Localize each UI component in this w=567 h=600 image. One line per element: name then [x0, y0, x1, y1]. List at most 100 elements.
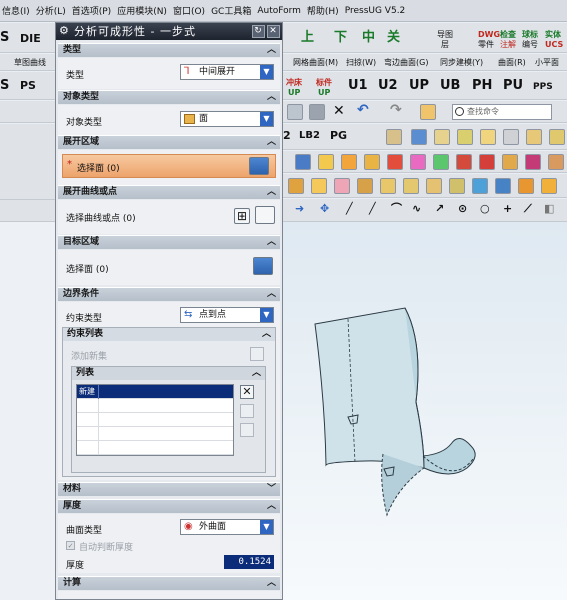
toolbar-mesh-surface[interactable]: 网格曲面(M)	[293, 55, 338, 70]
menu-gc-toolbox[interactable]: GC工具箱	[211, 4, 251, 17]
gear-icon[interactable]: ⚙	[59, 25, 71, 37]
feature-icon-4[interactable]	[364, 154, 380, 170]
toolbar-up[interactable]: 上	[301, 30, 314, 46]
toolbar-layer[interactable]: 层	[441, 37, 449, 52]
table-row[interactable]	[77, 399, 233, 413]
delete-icon[interactable]: ✕	[333, 103, 345, 119]
toolbar-die[interactable]: DIE	[20, 31, 41, 47]
toolbar-ph[interactable]: PH	[472, 78, 492, 94]
view-icon[interactable]	[420, 104, 436, 120]
snap-face-icon[interactable]: ◧	[544, 201, 554, 217]
dialog-title-bar[interactable]: ⚙ 分析可成形性 - 一步式 ↻ ✕	[56, 23, 282, 40]
toolbar-pg[interactable]: PG	[330, 128, 347, 144]
feature-icon-12[interactable]	[548, 154, 564, 170]
feature-icon-5[interactable]	[387, 154, 403, 170]
add-set-icon[interactable]	[250, 347, 264, 361]
feature-icon-2[interactable]	[318, 154, 334, 170]
section-target-header[interactable]: 目标区域 ︿	[58, 235, 280, 249]
copy-icon[interactable]	[287, 104, 303, 120]
menu-window[interactable]: 窗口(O)	[173, 4, 205, 17]
constraint-grid[interactable]: 新建	[76, 384, 234, 456]
surface-icon-1[interactable]	[288, 178, 304, 194]
remove-row-button[interactable]: ✕	[240, 385, 254, 399]
surface-icon-12[interactable]	[541, 178, 557, 194]
snap-move-icon[interactable]: ✥	[320, 201, 329, 217]
toolbar-s[interactable]: S	[0, 30, 9, 46]
surface-icon-5[interactable]	[380, 178, 396, 194]
section-thickness-header[interactable]: 厚度 ︿	[58, 499, 280, 513]
menu-preferences[interactable]: 首选项(P)	[72, 4, 111, 17]
snap-center-icon[interactable]: ⊙	[458, 201, 467, 217]
feature-icon-11[interactable]	[525, 154, 541, 170]
toolbar-middle[interactable]: 中	[362, 30, 375, 46]
snap-end-icon[interactable]: ↗	[435, 201, 444, 217]
menu-autoform[interactable]: AutoForm	[257, 6, 301, 16]
close-icon[interactable]: ✕	[267, 25, 280, 38]
section-objtype-header[interactable]: 对象类型 ︿	[58, 90, 280, 104]
snap-spline-icon[interactable]: ∿	[412, 201, 421, 217]
menu-pressug[interactable]: PressUG V5.2	[345, 6, 406, 16]
list-header[interactable]: 列表 ︿	[72, 367, 265, 380]
table-row[interactable]	[77, 413, 233, 427]
toolbar-flange-surface[interactable]: 弯边曲面(G)	[384, 55, 428, 70]
reset-icon[interactable]: ↻	[252, 25, 265, 38]
surface-icon-9[interactable]	[472, 178, 488, 194]
toolbar-surface[interactable]: 曲面(R)	[498, 55, 526, 70]
toolbar-pps[interactable]: PPS	[533, 79, 553, 95]
table-row[interactable]	[77, 427, 233, 441]
tool-icon-5[interactable]	[503, 129, 519, 145]
toolbar-ps[interactable]: PS	[20, 78, 36, 94]
feature-icon-10[interactable]	[502, 154, 518, 170]
tool-icon-6[interactable]	[526, 129, 542, 145]
feature-icon-7[interactable]	[433, 154, 449, 170]
table-row[interactable]	[77, 441, 233, 455]
menu-help[interactable]: 帮助(H)	[307, 4, 339, 17]
feature-icon-1[interactable]	[295, 154, 311, 170]
thickness-input[interactable]: 0.1524	[224, 555, 274, 569]
tool-icon-3[interactable]	[457, 129, 473, 145]
surface-icon-8[interactable]	[449, 178, 465, 194]
toolbar-2[interactable]: 2	[283, 128, 291, 144]
section-material-header[interactable]: 材料 ﹀	[58, 482, 280, 496]
command-search-input[interactable]: 查找命令	[452, 104, 552, 120]
tool-icon-7[interactable]	[549, 129, 565, 145]
auto-thickness-checkbox[interactable]: ✓	[66, 541, 75, 550]
toolbar-facet[interactable]: 小平面	[535, 55, 559, 70]
surface-icon-11[interactable]	[518, 178, 534, 194]
surface-type-select[interactable]: ◉ 外曲面 ▼	[180, 519, 274, 535]
tool-icon-2[interactable]	[434, 129, 450, 145]
snap-line-icon[interactable]: ╱	[346, 201, 353, 217]
surface-icon-7[interactable]	[426, 178, 442, 194]
snap-arrow-icon[interactable]: ➜	[295, 201, 304, 217]
toolbar-u1[interactable]: U1	[348, 78, 368, 94]
toolbar-lb2[interactable]: LB2	[299, 128, 320, 144]
snap-plane-icon[interactable]: ⟋	[524, 201, 532, 217]
constraint-type-select[interactable]: ⇆ 点到点 ▼	[180, 307, 274, 323]
paste-icon[interactable]	[309, 104, 325, 120]
surface-icon-10[interactable]	[495, 178, 511, 194]
menu-application[interactable]: 应用模块(N)	[117, 4, 167, 17]
graphics-viewport[interactable]	[283, 222, 567, 600]
toolbar-s2[interactable]: S	[0, 78, 9, 94]
snap-curve-icon[interactable]: ⌒	[391, 201, 402, 217]
undo-icon[interactable]: ↶	[357, 102, 369, 118]
snap-circle-icon[interactable]: ○	[480, 201, 490, 217]
section-type-header[interactable]: 类型 ︿	[58, 43, 280, 57]
move-up-button[interactable]	[240, 404, 254, 418]
surface-icon-4[interactable]	[357, 178, 373, 194]
toolbar-close[interactable]: 关	[387, 30, 400, 46]
feature-icon-8[interactable]	[456, 154, 472, 170]
feature-icon-6[interactable]	[410, 154, 426, 170]
add-point-icon[interactable]: ⊞	[234, 208, 250, 224]
feature-icon-9[interactable]	[479, 154, 495, 170]
objtype-select[interactable]: 面 ▼	[180, 111, 274, 127]
move-down-button[interactable]	[240, 423, 254, 437]
toolbar-sweep[interactable]: 扫掠(W)	[346, 55, 376, 70]
section-boundary-header[interactable]: 边界条件 ︿	[58, 287, 280, 301]
section-unfold-header[interactable]: 展开区域 ︿	[58, 135, 280, 149]
table-row[interactable]: 新建	[77, 385, 233, 399]
toolbar-pu[interactable]: PU	[503, 78, 523, 94]
feature-icon-3[interactable]	[341, 154, 357, 170]
toolbar-u2[interactable]: U2	[378, 78, 398, 94]
redo-icon[interactable]: ↷	[390, 102, 402, 118]
